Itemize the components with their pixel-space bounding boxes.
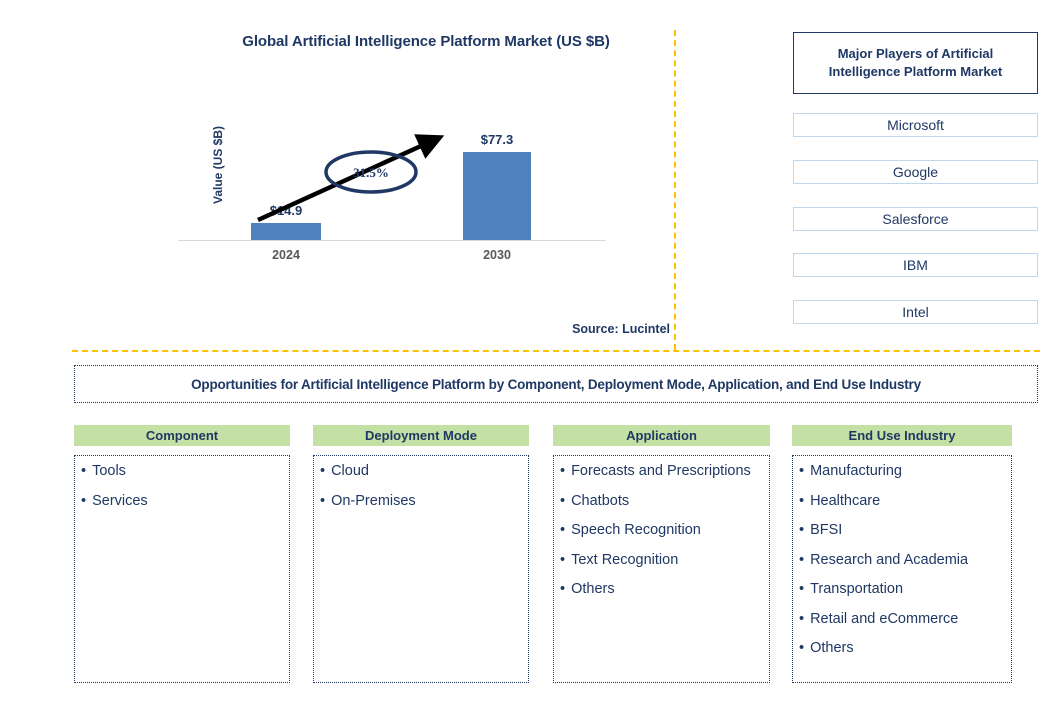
list-item: BFSI — [799, 523, 1007, 538]
list-deployment-mode: Cloud On-Premises — [320, 464, 524, 508]
column-list-end-use-industry: Manufacturing Healthcare BFSI Research a… — [792, 455, 1012, 683]
column-header-deployment-mode: Deployment Mode — [313, 425, 529, 446]
cagr-arrow-icon — [257, 134, 445, 223]
list-item: Services — [81, 494, 285, 509]
player-item-microsoft[interactable]: Microsoft — [793, 113, 1038, 137]
player-item-ibm[interactable]: IBM — [793, 253, 1038, 277]
player-item-salesforce[interactable]: Salesforce — [793, 207, 1038, 231]
list-item: Text Recognition — [560, 553, 765, 568]
list-item: Retail and eCommerce — [799, 612, 1007, 627]
list-item: Cloud — [320, 464, 524, 479]
list-item: Tools — [81, 464, 285, 479]
list-item: Chatbots — [560, 494, 765, 509]
chart-title: Global Artificial Intelligence Platform … — [242, 33, 610, 50]
list-item: Others — [560, 582, 765, 597]
list-item: Transportation — [799, 582, 1007, 597]
player-item-google[interactable]: Google — [793, 160, 1038, 184]
list-item: Manufacturing — [799, 464, 1007, 479]
column-header-end-use-industry: End Use Industry — [792, 425, 1012, 446]
opportunities-banner: Opportunities for Artificial Intelligenc… — [74, 365, 1038, 403]
list-item: Others — [799, 641, 1007, 656]
market-bar-chart: Value (US $B) $14.9 $77.3 2024 2030 31.5… — [176, 110, 616, 275]
major-players-title: Major Players of Artificial Intelligence… — [793, 32, 1038, 94]
list-application: Forecasts and Prescriptions Chatbots Spe… — [560, 464, 765, 597]
list-item: On-Premises — [320, 494, 524, 509]
list-end-use-industry: Manufacturing Healthcare BFSI Research a… — [799, 464, 1007, 656]
list-item: Research and Academia — [799, 553, 1007, 568]
column-header-component: Component — [74, 425, 290, 446]
column-list-component: Tools Services — [74, 455, 290, 683]
player-item-intel[interactable]: Intel — [793, 300, 1038, 324]
column-header-application: Application — [553, 425, 770, 446]
column-list-deployment-mode: Cloud On-Premises — [313, 455, 529, 683]
vertical-divider — [674, 30, 676, 350]
column-list-application: Forecasts and Prescriptions Chatbots Spe… — [553, 455, 770, 683]
list-item: Speech Recognition — [560, 523, 765, 538]
list-component: Tools Services — [81, 464, 285, 508]
cagr-label: 31.5% — [353, 165, 389, 180]
source-label: Source: Lucintel — [572, 322, 670, 336]
horizontal-divider — [72, 350, 1040, 352]
list-item: Healthcare — [799, 494, 1007, 509]
list-item: Forecasts and Prescriptions — [560, 464, 765, 479]
